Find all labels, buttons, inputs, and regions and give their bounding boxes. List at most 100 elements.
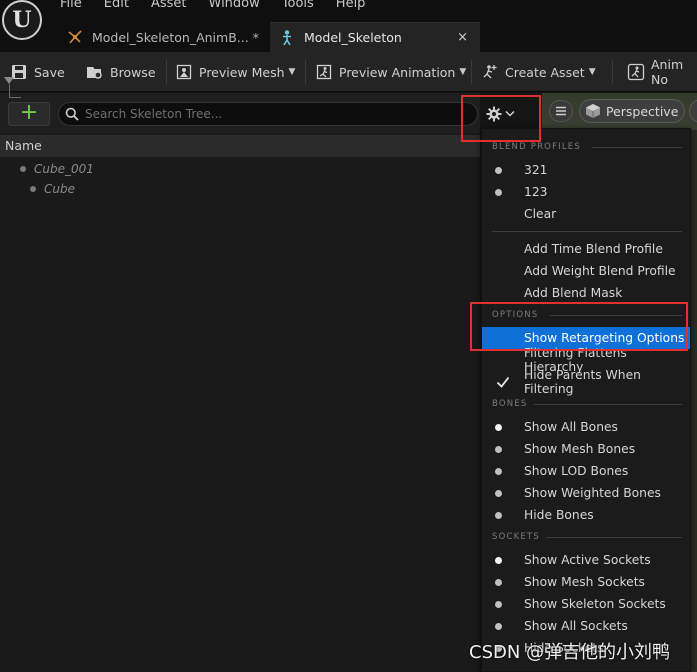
skeleton-search-input[interactable] <box>85 106 465 122</box>
tab-anim-blueprint-label: Model_Skeleton_AnimB... <box>92 29 249 45</box>
tree-connector <box>9 84 10 97</box>
preview-mesh-button[interactable]: Preview Mesh ▼ <box>175 62 295 82</box>
tab-modified-marker: * <box>252 29 259 45</box>
radio-dot-icon <box>495 189 502 196</box>
menu-divider <box>492 231 682 232</box>
preview-animation-button[interactable]: Preview Animation ▼ <box>315 62 466 82</box>
browse-folder-icon <box>86 63 104 81</box>
radio-dot-icon <box>495 601 502 608</box>
bone-row-cube-001[interactable]: Cube_001 <box>20 160 94 178</box>
skeleton-icon <box>278 29 296 47</box>
anim-notify-label: Anim No <box>651 57 684 87</box>
radio-dot-icon <box>495 579 502 586</box>
section-rule <box>534 404 682 405</box>
radio-dot-icon <box>495 557 502 564</box>
preview-animation-icon <box>315 63 333 81</box>
bone-name: Cube_001 <box>34 162 94 176</box>
hamburger-icon <box>556 106 566 116</box>
preview-mesh-label: Preview Mesh <box>199 64 285 80</box>
anim-notify-icon <box>627 63 645 81</box>
expand-arrow-icon[interactable] <box>4 77 14 84</box>
menu-item-add-time-blend-profile[interactable]: Add Time Blend Profile <box>482 238 690 260</box>
name-column-header[interactable]: Name <box>0 135 480 157</box>
create-asset-icon <box>481 63 499 81</box>
preview-mesh-icon <box>175 63 193 81</box>
section-header-bones: BONES <box>492 399 528 409</box>
main-menu: File Edit Asset Window Tools Help <box>60 0 387 12</box>
chevron-down-icon: ▼ <box>459 67 467 77</box>
title-bar: U File Edit Asset Window Tools Help Mode… <box>0 0 697 52</box>
radio-dot-icon <box>495 490 502 497</box>
menu-file[interactable]: File <box>60 0 82 12</box>
toolbar-divider <box>166 60 167 84</box>
unreal-logo-icon[interactable]: U <box>2 0 42 40</box>
radio-dot-icon <box>495 446 502 453</box>
radio-dot-icon <box>495 468 502 475</box>
create-asset-button[interactable]: Create Asset ▼ <box>481 62 596 82</box>
tab-model-skeleton[interactable]: Model_Skeleton × <box>270 22 480 52</box>
asset-toolbar: Save Browse Preview Mesh ▼ Preview Anima… <box>0 52 697 92</box>
radio-dot-icon <box>495 167 502 174</box>
menu-window[interactable]: Window <box>209 0 260 12</box>
add-button[interactable]: + <box>8 102 50 126</box>
bone-name: Cube <box>44 182 75 196</box>
create-asset-label: Create Asset <box>505 64 585 80</box>
menu-tools[interactable]: Tools <box>282 0 314 12</box>
menu-item-add-weight-blend-profile[interactable]: Add Weight Blend Profile <box>482 260 690 282</box>
tab-anim-blueprint[interactable]: Model_Skeleton_AnimB... * <box>58 22 263 52</box>
menu-item-show-active-sockets[interactable]: Show Active Sockets <box>482 549 690 571</box>
menu-item-hide-bones[interactable]: Hide Bones <box>482 504 690 526</box>
toolbar-divider <box>305 60 306 84</box>
menu-help[interactable]: Help <box>336 0 366 12</box>
highlight-box-settings <box>461 95 541 142</box>
section-header-blend-profiles: BLEND PROFILES <box>492 142 581 152</box>
tree-connector <box>9 97 21 98</box>
section-rule <box>546 537 682 538</box>
tab-close-icon[interactable]: × <box>457 30 468 45</box>
viewport-menu-button[interactable] <box>549 100 573 122</box>
toolbar-divider <box>471 60 472 84</box>
menu-item-show-weighted-bones[interactable]: Show Weighted Bones <box>482 482 690 504</box>
browse-label: Browse <box>110 64 156 80</box>
bone-row-cube[interactable]: Cube <box>30 180 75 198</box>
radio-dot-icon <box>495 623 502 630</box>
menu-item-add-blend-mask[interactable]: Add Blend Mask <box>482 282 690 304</box>
skeleton-options-menu: BLEND PROFILES 321 123 Clear Add Time Bl… <box>481 128 691 672</box>
section-rule <box>592 147 682 148</box>
menu-item-show-mesh-bones[interactable]: Show Mesh Bones <box>482 438 690 460</box>
menu-item-blend-profile-123[interactable]: 123 <box>482 181 690 203</box>
tab-model-skeleton-label: Model_Skeleton <box>304 30 402 45</box>
menu-item-hide-parents-when-filtering[interactable]: Hide Parents When Filtering <box>482 368 690 396</box>
menu-item-show-all-bones[interactable]: Show All Bones <box>482 416 690 438</box>
anim-blueprint-icon <box>66 28 84 46</box>
save-label: Save <box>34 64 65 80</box>
menu-item-show-all-sockets[interactable]: Show All Sockets <box>482 615 690 637</box>
bone-dot-icon <box>30 186 36 192</box>
menu-item-show-skeleton-sockets[interactable]: Show Skeleton Sockets <box>482 593 690 615</box>
bone-dot-icon <box>20 166 26 172</box>
section-header-sockets: SOCKETS <box>492 532 540 542</box>
menu-edit[interactable]: Edit <box>104 0 129 12</box>
browse-button[interactable]: Browse <box>86 62 156 82</box>
cube-icon <box>585 103 601 119</box>
perspective-label: Perspective <box>606 103 679 119</box>
menu-item-show-mesh-sockets[interactable]: Show Mesh Sockets <box>482 571 690 593</box>
chevron-down-icon: ▼ <box>288 67 296 77</box>
search-icon <box>65 107 79 121</box>
skeleton-tree-header: + <box>0 93 480 133</box>
highlight-box-retargeting <box>470 302 688 351</box>
menu-item-show-lod-bones[interactable]: Show LOD Bones <box>482 460 690 482</box>
radio-dot-icon <box>495 424 502 431</box>
checkmark-icon <box>496 376 510 388</box>
skeleton-search-box[interactable] <box>58 102 478 126</box>
perspective-button[interactable]: Perspective <box>579 99 685 123</box>
radio-dot-icon <box>495 512 502 519</box>
preview-animation-label: Preview Animation <box>339 64 456 80</box>
menu-item-blend-profile-321[interactable]: 321 <box>482 159 690 181</box>
menu-item-clear[interactable]: Clear <box>482 203 690 225</box>
chevron-down-icon: ▼ <box>588 67 596 77</box>
toolbar-divider <box>612 60 613 84</box>
save-button[interactable]: Save <box>10 62 65 82</box>
anim-notify-button[interactable]: Anim No <box>627 57 697 87</box>
menu-asset[interactable]: Asset <box>151 0 187 12</box>
